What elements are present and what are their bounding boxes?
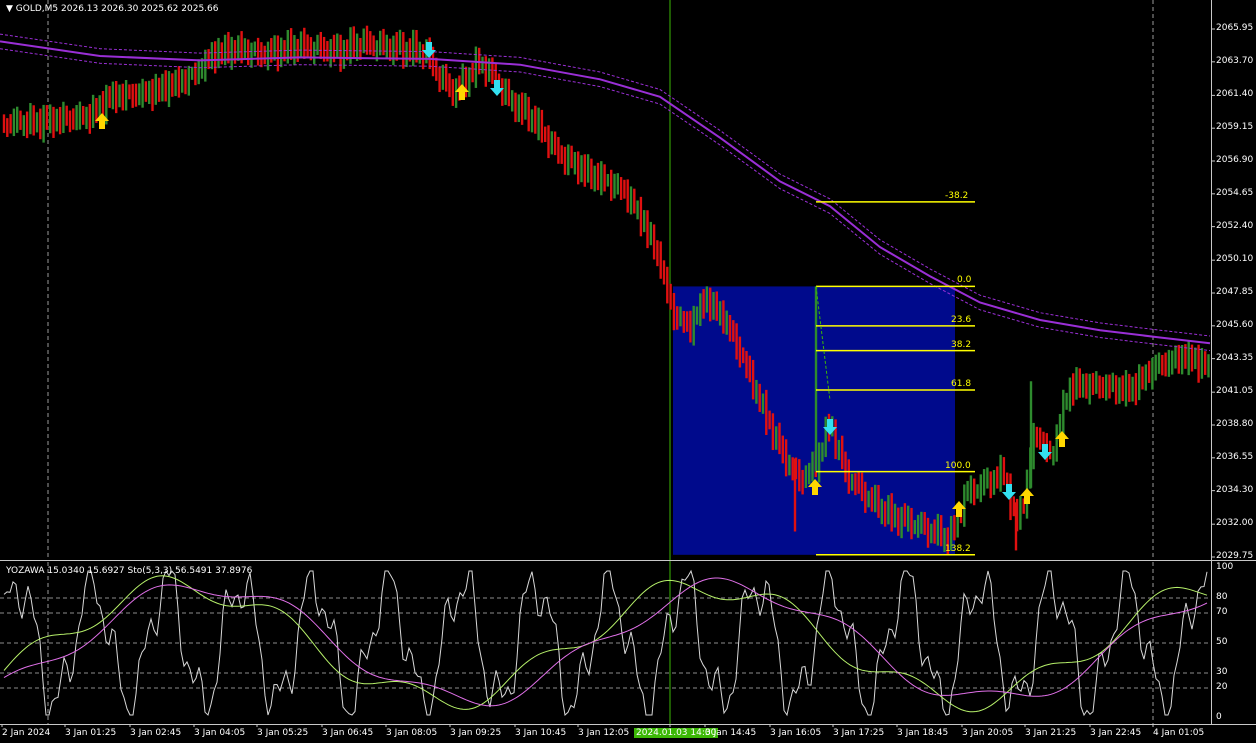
time-tick-label: 3 Jan 21:25 (1025, 728, 1077, 738)
oscillator-header: YOZAWA 15.0340 15.6927 Sto(5,3,3) 56.549… (6, 566, 253, 576)
osc-tick-label: 0 (1216, 712, 1222, 722)
price-tick-label: 2036.55 (1216, 451, 1254, 462)
fibonacci-level-label: -38.2 (945, 190, 969, 201)
ohlc-values: 2026.13 2026.30 2025.62 2025.66 (61, 4, 219, 14)
price-tick-label: 2045.60 (1216, 319, 1254, 330)
osc-tick-label: 50 (1216, 637, 1228, 647)
fibonacci-level-label: 38.2 (951, 339, 972, 350)
price-tick-label: 2029.75 (1216, 551, 1254, 561)
price-axis-border (1211, 0, 1212, 724)
price-tick-label: 2038.80 (1216, 419, 1254, 429)
time-tick-label: 3 Jan 16:05 (770, 728, 822, 738)
ma-envelope-lower (0, 48, 1211, 352)
time-axis-separator (0, 724, 1256, 725)
price-tick-label: 2056.90 (1216, 155, 1254, 165)
time-tick-label: 3 Jan 06:45 (322, 728, 374, 738)
time-tick-label: 3 Jan 10:45 (515, 728, 567, 738)
price-tick-label: 2034.30 (1216, 484, 1254, 495)
price-tick-label: 2052.40 (1216, 220, 1254, 231)
time-tick-label: 3 Jan 12:05 (578, 728, 630, 738)
osc-tick-label: 20 (1216, 682, 1228, 692)
yozawa-line-2 (3, 577, 1208, 707)
price-tick-label: 2047.85 (1216, 287, 1254, 297)
chart-canvas[interactable] (0, 0, 1256, 743)
time-tick-label: 3 Jan 05:25 (257, 728, 309, 738)
time-tick-label: 4 Jan 01:05 (1153, 728, 1205, 738)
time-tick-label: 3 Jan 22:45 (1090, 728, 1142, 738)
osc-tick-label: 30 (1216, 667, 1228, 677)
pane-separator[interactable] (0, 560, 1256, 561)
osc-tick-label: 100 (1216, 562, 1234, 572)
price-tick-label: 2041.05 (1216, 386, 1254, 397)
time-tick-label: 3 Jan 09:25 (450, 728, 502, 738)
time-tick-label: 3 Jan 04:05 (194, 728, 246, 738)
fibonacci-level-label: 0.0 (957, 275, 972, 286)
symbol-label: GOLD,M5 (15, 4, 59, 14)
time-tick-label: 3 Jan 17:25 (833, 728, 885, 738)
time-tick-label: 3 Jan 02:45 (130, 728, 182, 738)
time-tick-label: 3 Jan 20:05 (962, 728, 1014, 738)
price-tick-label: 2063.70 (1216, 55, 1254, 66)
time-tick-label: 3 Jan 14:45 (705, 728, 757, 738)
yozawa-line-1 (3, 575, 1208, 713)
osc-tick-label: 80 (1216, 592, 1228, 602)
osc-tick-label: 70 (1216, 607, 1228, 617)
price-tick-label: 2054.65 (1216, 187, 1254, 198)
buy-arrow-icon (1020, 488, 1034, 504)
triangle-down-icon[interactable]: ▼ (6, 4, 13, 14)
price-tick-label: 2050.10 (1216, 254, 1254, 265)
price-tick-label: 2059.15 (1216, 122, 1254, 133)
chart-header: ▼ GOLD,M5 2026.13 2026.30 2025.62 2025.6… (6, 4, 218, 14)
price-tick-label: 2032.00 (1216, 518, 1254, 529)
time-tick-label: 2 Jan 2024 (2, 728, 51, 738)
fibonacci-level-label: 61.8 (951, 378, 972, 389)
time-tick-label: 3 Jan 08:05 (386, 728, 438, 738)
price-tick-label: 2065.95 (1216, 23, 1254, 33)
fibonacci-level-label: 100.0 (945, 460, 971, 471)
fibonacci-level-label: 23.6 (951, 314, 972, 325)
fibonacci-level-label: 138.2 (945, 543, 971, 554)
time-tick-label: 3 Jan 18:45 (897, 728, 949, 738)
time-tick-label: 3 Jan 01:25 (65, 728, 117, 738)
price-tick-label: 2061.40 (1216, 89, 1254, 100)
price-tick-label: 2043.35 (1216, 352, 1254, 363)
